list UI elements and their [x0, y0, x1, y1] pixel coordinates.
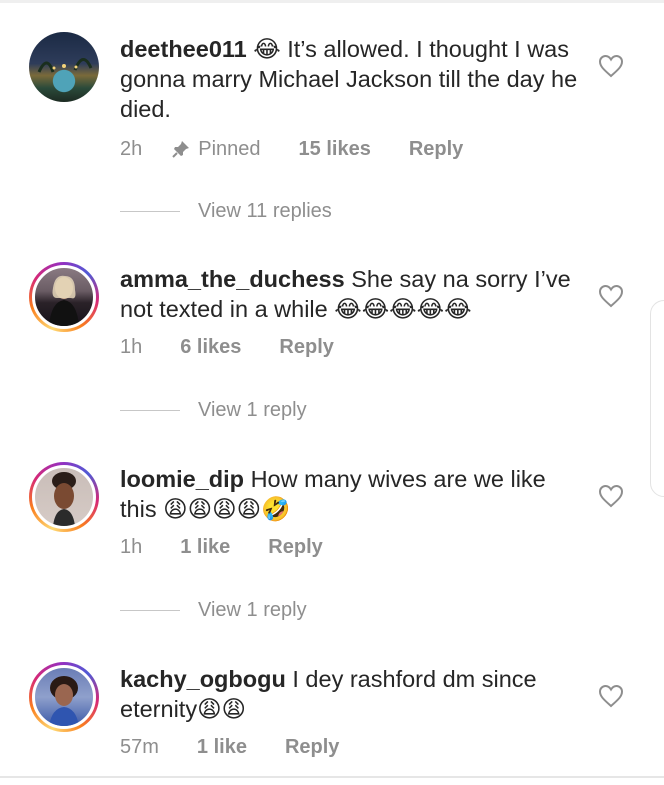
heart-outline-icon[interactable] [598, 54, 624, 78]
view-replies-label: View 1 reply [198, 599, 307, 621]
bottom-divider [0, 776, 664, 778]
heart-outline-icon[interactable] [598, 284, 624, 308]
view-replies-link[interactable]: View 1 reply [120, 599, 307, 622]
avatar[interactable] [29, 662, 99, 732]
comment-meta: 57m 1 like Reply [120, 734, 339, 760]
reply-thread-line [120, 210, 180, 213]
heart-outline-icon[interactable] [598, 684, 624, 708]
view-replies-link[interactable]: View 11 replies [120, 200, 332, 223]
top-divider [0, 0, 664, 3]
heart-outline-icon[interactable] [598, 484, 624, 508]
pinned-label: Pinned [198, 137, 261, 160]
comment-text: kachy_ogbogu I dey rashford dm since ete… [120, 664, 585, 724]
comment-meta: 2h Pinned 15 likes Reply [120, 136, 463, 162]
comment-item: amma_the_duchess She say na sorry I’ve n… [0, 234, 664, 421]
pin-icon [172, 140, 190, 158]
avatar[interactable] [29, 462, 99, 532]
avatar[interactable] [29, 32, 99, 102]
reply-thread-line [120, 409, 180, 412]
comment-item: deethee011 😂 It’s allowed. I thought I w… [0, 4, 664, 222]
username[interactable]: deethee011 [120, 36, 247, 62]
view-replies-link[interactable]: View 1 reply [120, 399, 307, 422]
comment-text: deethee011 😂 It’s allowed. I thought I w… [120, 34, 585, 124]
comment-meta: 1h 6 likes Reply [120, 334, 334, 360]
view-replies-label: View 11 replies [198, 200, 332, 222]
reply-thread-line [120, 609, 180, 612]
timestamp: 1h [120, 535, 143, 558]
comment-item: loomie_dip How many wives are we like th… [0, 434, 664, 621]
username[interactable]: kachy_ogbogu [120, 666, 286, 692]
timestamp: 2h [120, 137, 143, 160]
reply-button[interactable]: Reply [279, 336, 333, 359]
reply-button[interactable]: Reply [285, 736, 339, 759]
view-replies-label: View 1 reply [198, 399, 307, 421]
username[interactable]: amma_the_duchess [120, 266, 345, 292]
comment-item: kachy_ogbogu I dey rashford dm since ete… [0, 634, 664, 784]
username[interactable]: loomie_dip [120, 466, 244, 492]
comment-text: loomie_dip How many wives are we like th… [120, 464, 585, 524]
comment-text: amma_the_duchess She say na sorry I’ve n… [120, 264, 585, 324]
likes-count[interactable]: 15 likes [299, 138, 371, 161]
timestamp: 1h [120, 335, 143, 358]
timestamp: 57m [120, 735, 159, 758]
reply-button[interactable]: Reply [268, 536, 322, 559]
comment-meta: 1h 1 like Reply [120, 534, 323, 560]
likes-count[interactable]: 1 like [180, 536, 230, 559]
likes-count[interactable]: 6 likes [180, 336, 241, 359]
reply-button[interactable]: Reply [409, 138, 463, 161]
likes-count[interactable]: 1 like [197, 736, 247, 759]
avatar[interactable] [29, 262, 99, 332]
